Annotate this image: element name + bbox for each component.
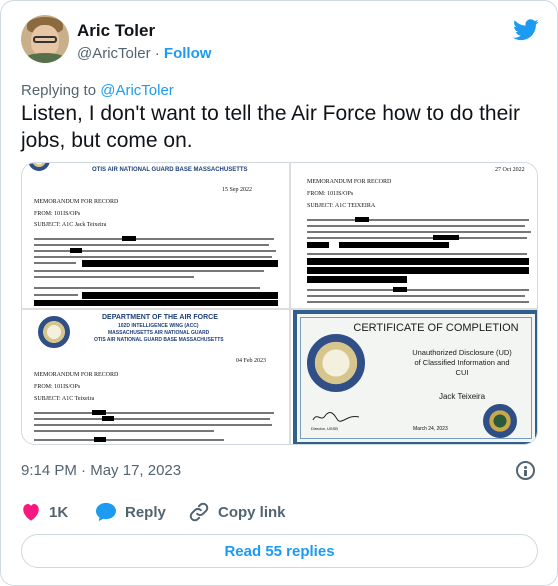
memo3-redaction bbox=[102, 416, 114, 421]
memo1-text-line bbox=[34, 276, 194, 278]
avatar-shirt bbox=[23, 53, 67, 63]
memo1-redaction bbox=[82, 260, 278, 267]
certificate-course-line-3: CUI bbox=[455, 368, 469, 377]
copy-link-button[interactable]: Copy link bbox=[188, 501, 286, 523]
heart-icon bbox=[23, 503, 39, 521]
memo1-redaction bbox=[34, 300, 278, 306]
memo1-text-line bbox=[34, 256, 272, 258]
certificate-title: CERTIFICATE OF COMPLETION bbox=[353, 322, 519, 334]
info-icon[interactable] bbox=[516, 461, 535, 480]
memo2-subject: SUBJECT: A1C TEIXEIRA bbox=[307, 203, 376, 209]
tweet-media[interactable]: OTIS AIR NATIONAL GUARD BASE MASSACHUSET… bbox=[21, 162, 538, 445]
memo2-text-line bbox=[307, 219, 529, 221]
certificate-recipient: Jack Teixeira bbox=[438, 392, 486, 401]
memo2-redaction bbox=[433, 235, 459, 240]
memo1-text-line bbox=[34, 262, 76, 264]
memo1-date: 15 Sep 2022 bbox=[222, 187, 252, 193]
memo1-text-line bbox=[34, 294, 78, 296]
memo3-text-line bbox=[34, 430, 214, 432]
like-count: 1K bbox=[49, 503, 69, 521]
memo1-text-line bbox=[34, 287, 260, 289]
memo2-from: FROM: 101IS/OPs bbox=[307, 191, 354, 197]
reply-prefix: Replying to bbox=[21, 82, 101, 99]
memo3-redaction bbox=[94, 437, 106, 442]
author-handle-row: @AricToler · Follow bbox=[77, 45, 211, 62]
memo1-text-line bbox=[34, 270, 264, 272]
memo3-text-line bbox=[34, 424, 272, 426]
reply-target-link[interactable]: @AricToler bbox=[100, 82, 174, 99]
memo1-subject: SUBJECT: A1C Jack Teixeira bbox=[34, 222, 107, 228]
read-replies-button[interactable]: Read 55 replies bbox=[21, 534, 538, 568]
avatar-glasses bbox=[33, 36, 57, 43]
copy-link-label: Copy link bbox=[218, 503, 286, 521]
memo3-text-line bbox=[34, 439, 224, 441]
memo2-text-line bbox=[307, 231, 531, 233]
memo-sep-2022-image[interactable]: OTIS AIR NATIONAL GUARD BASE MASSACHUSET… bbox=[22, 163, 291, 308]
memo3-header-1: DEPARTMENT OF THE AIR FORCE bbox=[102, 314, 218, 321]
memo2-redaction bbox=[307, 258, 529, 265]
memo3-header-3: MASSACHUSETTS AIR NATIONAL GUARD bbox=[108, 330, 210, 336]
memo3-header-4: OTIS AIR NATIONAL GUARD BASE MASSACHUSET… bbox=[94, 337, 224, 343]
memo1-redaction bbox=[70, 248, 82, 253]
certificate-course-line-2: of Classified Information and bbox=[414, 358, 510, 367]
air-force-seal-icon bbox=[38, 316, 70, 348]
memo2-text-line bbox=[307, 289, 529, 291]
tweet-text: Listen, I don't want to tell the Air For… bbox=[21, 102, 520, 152]
memo3-subject: SUBJECT: A1C Teixeira bbox=[34, 396, 95, 402]
memo3-text-line bbox=[34, 412, 274, 414]
memo2-text-line bbox=[307, 253, 527, 255]
memo3-date: 04 Feb 2023 bbox=[236, 358, 266, 364]
memo1-text-line bbox=[34, 238, 274, 240]
air-force-seal-icon bbox=[28, 163, 50, 171]
tweet-card: Aric Toler @AricToler · Follow Replying … bbox=[0, 0, 558, 586]
memo3-header-2: 102D INTELLIGENCE WING (ACC) bbox=[118, 323, 199, 329]
memo2-redaction bbox=[393, 287, 407, 292]
certificate-image[interactable]: CERTIFICATE OF COMPLETION Unauthorized D… bbox=[293, 310, 537, 444]
certificate-course-line-1: Unauthorized Disclosure (UD) bbox=[412, 348, 512, 357]
memo2-text-line bbox=[307, 301, 529, 303]
reply-label: Reply bbox=[125, 503, 166, 521]
memo-feb-2023-image[interactable]: DEPARTMENT OF THE AIR FORCE 102D INTELLI… bbox=[22, 310, 291, 444]
memo2-text-line bbox=[307, 225, 525, 227]
memo2-title: MEMORANDUM FOR RECORD bbox=[307, 179, 392, 185]
reply-button[interactable]: Reply bbox=[95, 501, 166, 523]
link-icon bbox=[189, 502, 209, 522]
memo2-date: 27 Oct 2022 bbox=[495, 167, 525, 173]
tweet-time: 9:14 PM bbox=[21, 462, 77, 479]
memo1-redaction bbox=[82, 292, 278, 299]
memo2-text-line bbox=[307, 237, 527, 239]
memo3-from: FROM: 101IS/OPs bbox=[34, 384, 81, 390]
tweet-timestamp[interactable]: 9:14 PM · May 17, 2023 bbox=[21, 462, 181, 479]
memo2-redaction bbox=[307, 276, 407, 283]
reply-context: Replying to @AricToler bbox=[21, 82, 174, 99]
certificate-date: March 24, 2023 bbox=[413, 426, 448, 432]
memo1-from: FROM: 101IS/OPs bbox=[34, 211, 81, 217]
reply-bubble-icon bbox=[96, 502, 116, 522]
handle-separator: · bbox=[154, 45, 160, 62]
memo1-text-line bbox=[34, 244, 269, 246]
memo3-text-line bbox=[34, 418, 270, 420]
follow-button[interactable]: Follow bbox=[164, 45, 212, 62]
memo3-title: MEMORANDUM FOR RECORD bbox=[34, 372, 119, 378]
memo2-redaction bbox=[339, 242, 449, 248]
memo2-redaction bbox=[307, 267, 529, 274]
author-handle[interactable]: @AricToler bbox=[77, 45, 151, 62]
timestamp-separator: · bbox=[81, 462, 87, 479]
memo2-redaction bbox=[355, 217, 369, 222]
author-avatar[interactable] bbox=[21, 15, 69, 63]
memo1-redaction bbox=[122, 236, 136, 241]
signature-image bbox=[312, 411, 360, 422]
memo1-title: MEMORANDUM FOR RECORD bbox=[34, 199, 119, 205]
memo2-text-line bbox=[307, 295, 525, 297]
twitter-bird-icon[interactable] bbox=[513, 19, 539, 41]
tweet-date: May 17, 2023 bbox=[90, 462, 182, 479]
author-name[interactable]: Aric Toler bbox=[77, 21, 155, 41]
memo3-redaction bbox=[92, 410, 106, 415]
memo-oct-2022-image[interactable]: 27 Oct 2022 MEMORANDUM FOR RECORD FROM: … bbox=[293, 163, 537, 308]
memo2-redaction bbox=[307, 242, 329, 248]
certificate-signer-title: Director, USSB bbox=[311, 426, 338, 431]
memo1-header: OTIS AIR NATIONAL GUARD BASE MASSACHUSET… bbox=[92, 167, 248, 173]
like-button[interactable]: 1K bbox=[21, 501, 68, 523]
department-seal-icon bbox=[483, 404, 517, 438]
